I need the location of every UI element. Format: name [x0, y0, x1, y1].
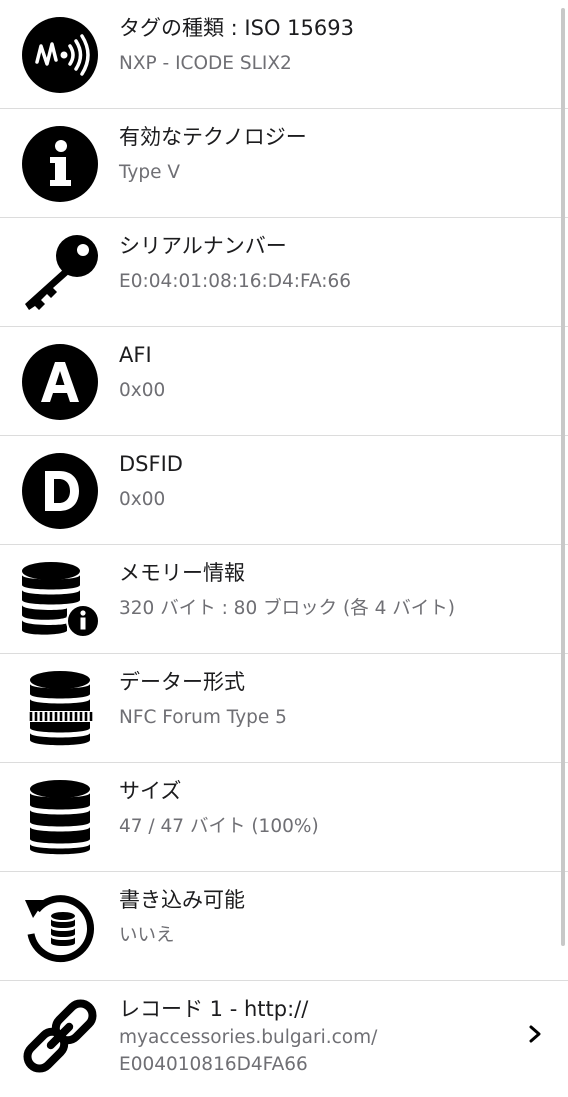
list-item-technologies: 有効なテクノロジー Type V [0, 109, 568, 218]
tag-info-list: タグの種類 : ISO 15693 NXP - ICODE SLIX2 有効なテ… [0, 0, 568, 1097]
list-item-writable: 書き込み可能 いいえ [0, 872, 568, 981]
item-title: 有効なテクノロジー [119, 125, 307, 149]
item-title: サイズ [119, 779, 182, 803]
item-subtitle: 47 / 47 バイト (100%) [119, 816, 319, 837]
item-title: DSFID [119, 452, 183, 476]
letter-a-icon [21, 343, 99, 421]
item-title: メモリー情報 [119, 561, 245, 585]
letter-d-icon [21, 452, 99, 530]
nfc-tag-icon [21, 16, 99, 94]
list-item-data-format: データー形式 NFC Forum Type 5 [0, 654, 568, 763]
link-icon [21, 997, 99, 1075]
item-subtitle: いいえ [119, 925, 175, 946]
list-item-tag-type: タグの種類 : ISO 15693 NXP - ICODE SLIX2 [0, 0, 568, 109]
chevron-right-icon [528, 1024, 542, 1044]
list-item-dsfid: DSFID 0x00 [0, 436, 568, 545]
item-title: 書き込み可能 [119, 888, 245, 912]
item-subtitle: 320 バイト : 80 ブロック (各 4 バイト) [119, 598, 455, 619]
record-url-line-1: myaccessories.bulgari.com/ [119, 1027, 378, 1048]
info-icon [21, 125, 99, 203]
record-url-line-2: E004010816D4FA66 [119, 1054, 308, 1075]
key-icon [21, 234, 99, 312]
item-subtitle: 0x00 [119, 380, 166, 401]
item-subtitle: NFC Forum Type 5 [119, 707, 287, 728]
item-title: タグの種類 : ISO 15693 [119, 16, 354, 40]
scrollbar[interactable] [561, 8, 565, 946]
item-subtitle: myaccessories.bulgari.com/ E004010816D4F… [119, 1024, 377, 1078]
database-info-icon [21, 561, 99, 639]
item-title: レコード 1 - http:// [119, 997, 309, 1021]
database-format-icon [21, 670, 99, 748]
item-subtitle: Type V [119, 162, 181, 183]
item-subtitle: NXP - ICODE SLIX2 [119, 53, 292, 74]
item-title: データー形式 [119, 670, 245, 694]
item-subtitle: 0x00 [119, 489, 166, 510]
item-title: シリアルナンバー [119, 234, 287, 258]
list-item-size: サイズ 47 / 47 バイト (100%) [0, 763, 568, 872]
list-item-serial-number: シリアルナンバー E0:04:01:08:16:D4:FA:66 [0, 218, 568, 327]
list-item-afi: AFI 0x00 [0, 327, 568, 436]
database-icon [21, 779, 99, 857]
list-item-memory-info: メモリー情報 320 バイト : 80 ブロック (各 4 バイト) [0, 545, 568, 654]
item-subtitle: E0:04:01:08:16:D4:FA:66 [119, 271, 352, 292]
database-rewrite-icon [21, 888, 99, 966]
item-title: AFI [119, 343, 152, 367]
